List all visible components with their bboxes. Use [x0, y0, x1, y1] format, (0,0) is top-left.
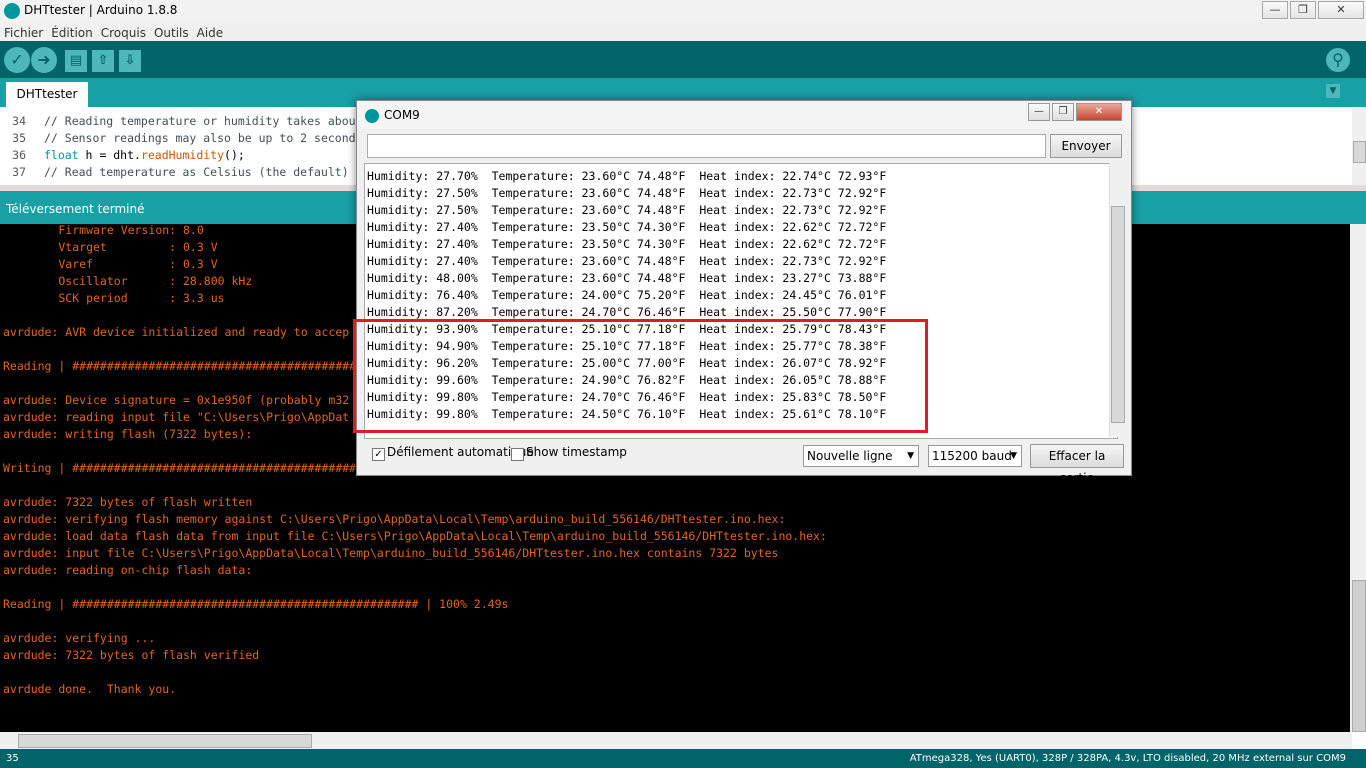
toolbar: ✓ ➜ ▤ ⇧ ⇩ ⚲: [0, 41, 1366, 78]
baud-rate-select[interactable]: 115200 baud ▼: [928, 445, 1022, 467]
code-line: 35// Sensor readings may also be up to 2…: [12, 131, 356, 145]
editor-scrollbar[interactable]: [1352, 107, 1366, 185]
serial-line: Humidity: 48.00% Temperature: 23.60°C 74…: [367, 271, 887, 285]
timestamp-label: Show timestamp: [526, 445, 627, 459]
open-sketch-icon[interactable]: ⇧: [92, 50, 114, 72]
serial-maximize-button[interactable]: ❐: [1052, 103, 1074, 121]
menu-bar: Fichier Édition Croquis Outils Aide: [0, 22, 1366, 41]
console-line: avrdude: reading on-chip flash data:: [3, 563, 253, 577]
status-message: Téléversement terminé: [6, 202, 145, 216]
verify-icon[interactable]: ✓: [4, 47, 30, 73]
serial-close-button[interactable]: ✕: [1076, 103, 1122, 121]
console-line: Varef : 0.3 V: [3, 257, 218, 271]
serial-line: Humidity: 27.40% Temperature: 23.50°C 74…: [367, 220, 887, 234]
highlight-rectangle: [353, 319, 928, 433]
serial-monitor-icon[interactable]: ⚲: [1326, 48, 1350, 72]
line-ending-value: Nouvelle ligne: [807, 449, 893, 463]
console-line: avrdude: AVR device initialized and read…: [3, 325, 350, 339]
serial-line: Humidity: 27.50% Temperature: 23.60°C 74…: [367, 186, 887, 200]
menu-croquis[interactable]: Croquis: [97, 24, 150, 40]
send-button[interactable]: Envoyer: [1050, 134, 1122, 158]
console-horizontal-scroll-thumb[interactable]: [18, 734, 312, 748]
console-line: SCK period : 3.3 us: [3, 291, 225, 305]
console-line: avrdude: input file C:\Users\Prigo\AppDa…: [3, 546, 779, 560]
tab-menu-chevron-icon[interactable]: ▼: [1326, 84, 1340, 98]
console-line: avrdude: 7322 bytes of flash written: [3, 495, 253, 509]
console-line: avrdude done. Thank you.: [3, 682, 177, 696]
chevron-down-icon: ▼: [907, 451, 914, 461]
code-line: 36 float h = dht.readHumidity();: [12, 148, 245, 162]
arduino-logo-icon: [365, 109, 379, 123]
window-title: DHTtester | Arduino 1.8.8: [24, 3, 178, 17]
timestamp-checkbox[interactable]: [511, 448, 524, 461]
upload-icon[interactable]: ➜: [31, 47, 57, 73]
console-line: avrdude: Device signature = 0x1e950f (pr…: [3, 393, 350, 407]
console-line: avrdude: 7322 bytes of flash verified: [3, 648, 260, 662]
maximize-button[interactable]: ❐: [1290, 1, 1316, 19]
menu-fichier[interactable]: Fichier: [0, 24, 47, 40]
new-sketch-icon[interactable]: ▤: [65, 50, 87, 72]
serial-line: Humidity: 27.70% Temperature: 23.60°C 74…: [367, 169, 887, 183]
line-ending-select[interactable]: Nouvelle ligne ▼: [803, 445, 919, 467]
console-line: Writing | ##############################…: [3, 461, 364, 475]
console-line: Firmware Version: 8.0: [3, 223, 204, 237]
serial-line: Humidity: 27.50% Temperature: 23.60°C 74…: [367, 203, 887, 217]
console-line: avrdude: reading input file "C:\Users\Pr…: [3, 410, 350, 424]
serial-send-input[interactable]: [367, 134, 1046, 158]
board-info: ATmega328, Yes (UART0), 328P / 328PA, 4.…: [909, 753, 1346, 764]
save-sketch-icon[interactable]: ⇩: [119, 50, 141, 72]
chevron-down-icon: ▼: [1010, 451, 1017, 461]
console-line: Reading | ##############################…: [3, 597, 509, 611]
menu-outils[interactable]: Outils: [150, 24, 193, 40]
serial-scroll-thumb[interactable]: [1111, 206, 1125, 423]
menu-aide[interactable]: Aide: [193, 24, 228, 40]
footer-bar: 35 ATmega328, Yes (UART0), 328P / 328PA,…: [0, 749, 1366, 768]
serial-line: Humidity: 27.40% Temperature: 23.50°C 74…: [367, 237, 887, 251]
console-line: avrdude: load data flash data from input…: [3, 529, 827, 543]
menu-edition[interactable]: Édition: [47, 24, 97, 40]
console-vertical-scroll-thumb[interactable]: [1352, 580, 1366, 732]
editor-scroll-thumb[interactable]: [1353, 141, 1366, 163]
serial-monitor-titlebar: COM9 — ❐ ✕: [357, 101, 1131, 129]
console-line: Oscillator : 28.800 kHz: [3, 274, 253, 288]
line-number: 35: [6, 753, 19, 764]
console-line: avrdude: writing flash (7322 bytes):: [3, 427, 253, 441]
serial-line: Humidity: 27.40% Temperature: 23.60°C 74…: [367, 254, 887, 268]
baud-rate-value: 115200 baud: [932, 449, 1012, 463]
serial-minimize-button[interactable]: —: [1028, 103, 1050, 121]
close-button[interactable]: ✕: [1318, 1, 1364, 19]
console-line: Reading | ##############################…: [3, 359, 364, 373]
serial-monitor-title: COM9: [384, 108, 420, 122]
window-titlebar: DHTtester | Arduino 1.8.8 — ❐ ✕: [0, 0, 1366, 23]
code-line: 34// Reading temperature or humidity tak…: [12, 114, 356, 128]
minimize-button[interactable]: —: [1262, 1, 1288, 19]
console-line: Vtarget : 0.3 V: [3, 240, 218, 254]
clear-output-button[interactable]: Effacer la sortie: [1030, 444, 1124, 485]
console-line: avrdude: verifying ...: [3, 631, 156, 645]
tab-dhttester[interactable]: DHTtester: [6, 82, 88, 107]
console-line: avrdude: verifying flash memory against …: [3, 512, 786, 526]
serial-line: Humidity: 76.40% Temperature: 24.00°C 75…: [367, 288, 887, 302]
arduino-logo-icon: [4, 3, 20, 19]
code-line: 37// Read temperature as Celsius (the de…: [12, 165, 349, 179]
autoscroll-checkbox[interactable]: ✓: [372, 448, 385, 461]
